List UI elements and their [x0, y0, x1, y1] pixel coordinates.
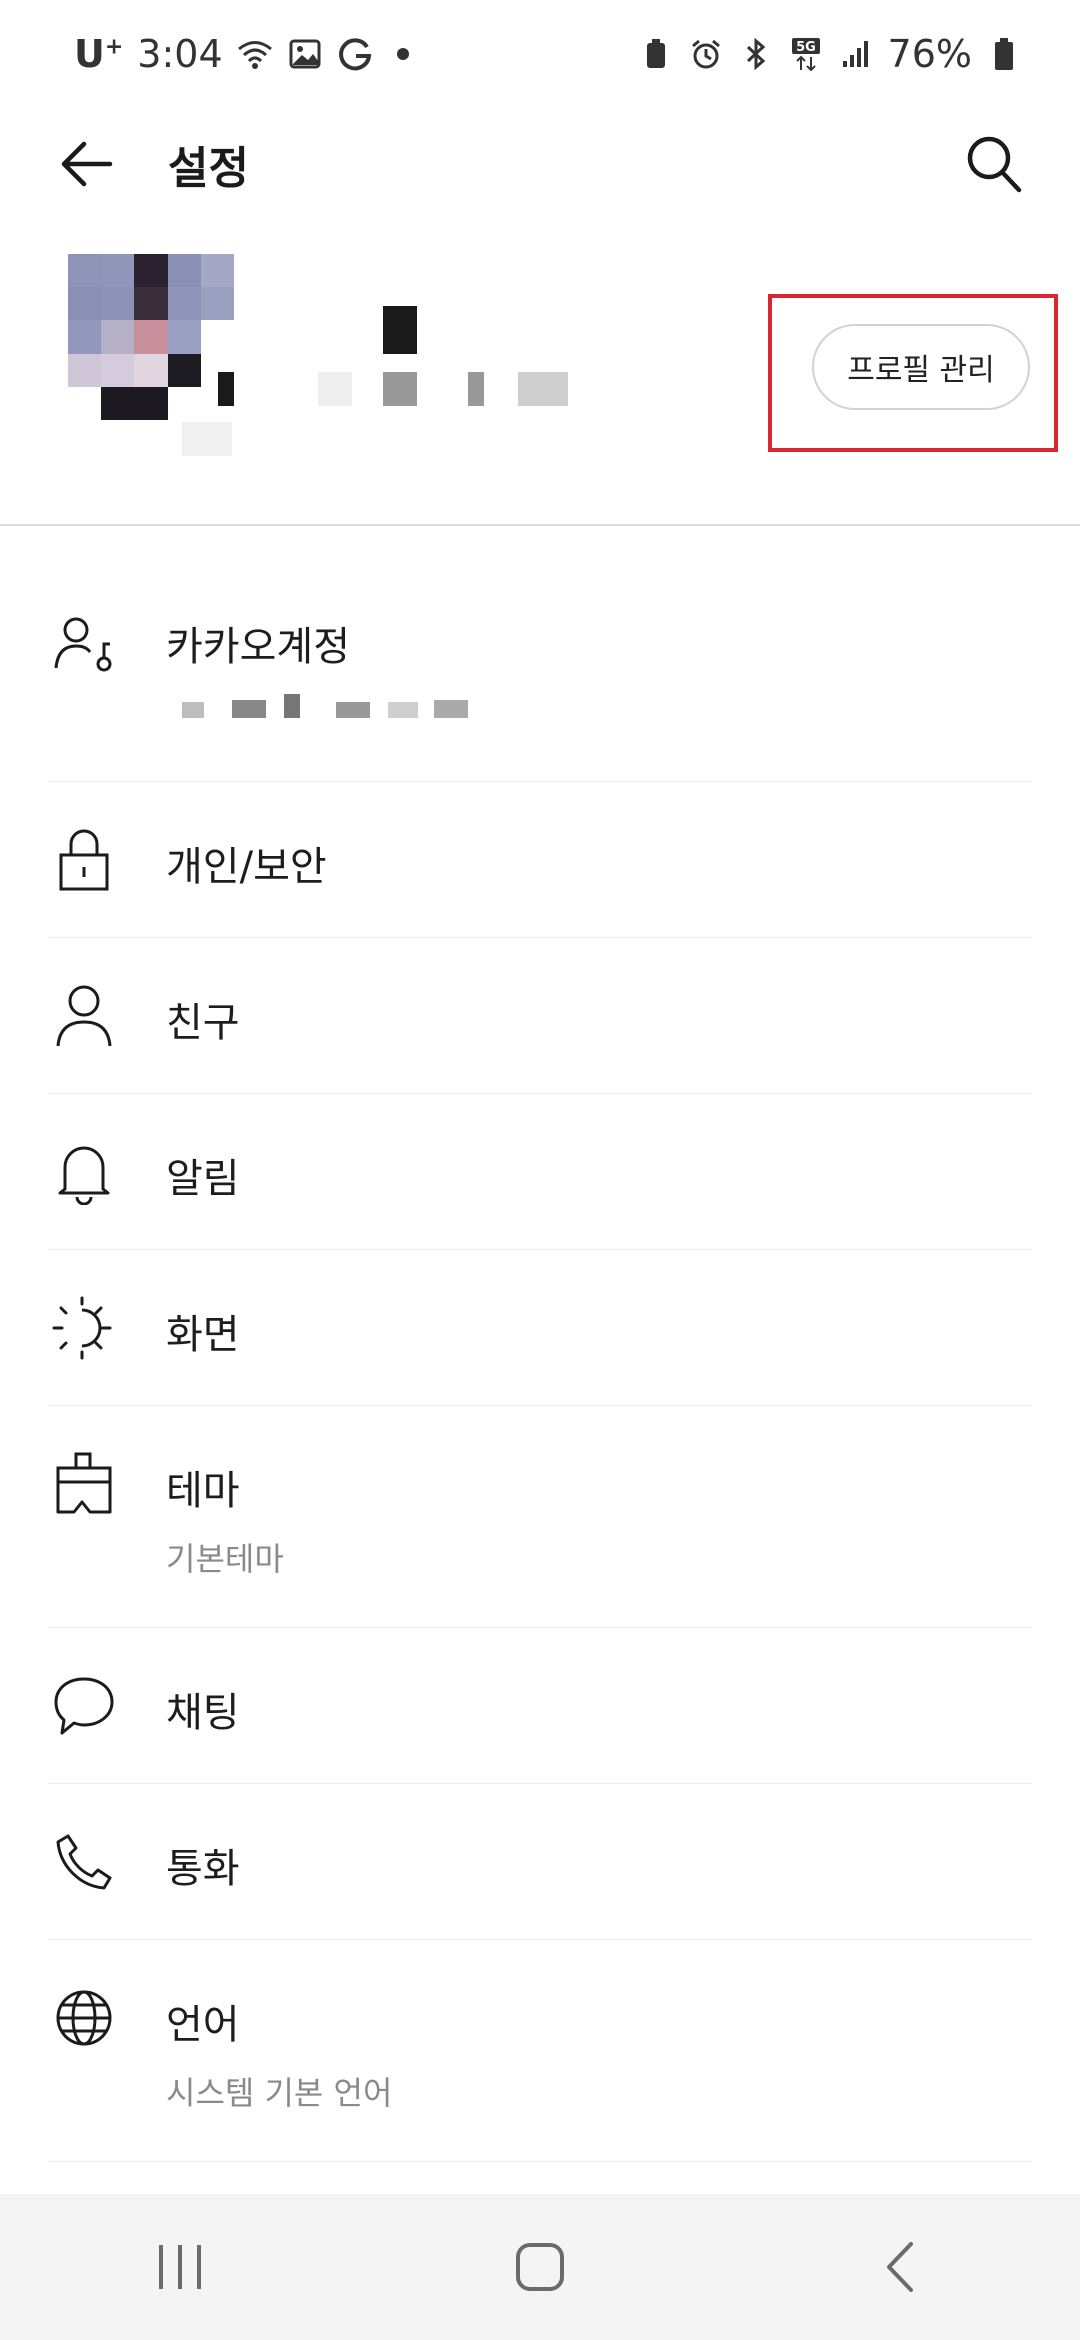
account-key-icon: [48, 608, 120, 680]
battery-saver-icon: [638, 36, 674, 72]
lock-icon: [48, 824, 120, 896]
theme-brush-icon: [48, 1448, 120, 1520]
alarm-icon: [688, 36, 724, 72]
page-title: 설정: [168, 143, 249, 194]
phone-icon: [48, 1826, 120, 1898]
app-header: 설정: [0, 108, 1080, 220]
clock: 3:04: [137, 32, 223, 76]
signal-icon: [838, 36, 874, 72]
system-back-button[interactable]: [840, 2207, 960, 2327]
menu-item-display[interactable]: 화면: [48, 1250, 1032, 1406]
settings-menu: 카카오계정 개인/보안 친구 알림 화면 테마 기본테마 채팅 통화 언어 시스…: [0, 526, 1080, 2162]
menu-item-sublabel: 시스템 기본 언어: [166, 2074, 393, 2112]
menu-item-label: 채팅: [166, 1690, 240, 1736]
menu-item-label: 친구: [166, 1000, 240, 1046]
menu-item-call[interactable]: 통화: [48, 1784, 1032, 1940]
menu-item-theme[interactable]: 테마 기본테마: [48, 1406, 1032, 1628]
person-icon: [48, 980, 120, 1052]
chat-bubble-icon: [48, 1670, 120, 1742]
bell-icon: [48, 1136, 120, 1208]
menu-item-label: 화면: [166, 1312, 240, 1358]
gallery-icon: [287, 36, 323, 72]
status-bar: U+ 3:04 5G 76%: [0, 0, 1080, 108]
profile-status-redacted: [218, 372, 234, 406]
menu-item-label: 언어: [166, 2002, 240, 2048]
menu-item-chat[interactable]: 채팅: [48, 1628, 1032, 1784]
back-button[interactable]: [40, 118, 132, 210]
recent-apps-icon: [159, 2245, 201, 2289]
arrow-left-icon: [61, 141, 113, 187]
bluetooth-icon: [738, 36, 774, 72]
home-button[interactable]: [480, 2207, 600, 2327]
battery-icon: [986, 36, 1022, 72]
profile-name-redacted: [383, 306, 417, 354]
svg-text:5G: 5G: [796, 40, 816, 55]
wifi-icon: [237, 36, 273, 72]
carrier-label: U+: [74, 32, 124, 76]
profile-manage-button[interactable]: 프로필 관리: [812, 324, 1030, 410]
menu-item-label: 통화: [166, 1846, 240, 1892]
menu-item-language[interactable]: 언어 시스템 기본 언어: [48, 1940, 1032, 2162]
menu-item-privacy-security[interactable]: 개인/보안: [48, 782, 1032, 938]
menu-item-label: 알림: [166, 1156, 240, 1202]
menu-item-label: 개인/보안: [166, 844, 327, 890]
menu-item-friends[interactable]: 친구: [48, 938, 1032, 1094]
5g-icon: 5G: [788, 36, 824, 72]
battery-percent: 76%: [887, 32, 972, 76]
recent-apps-button[interactable]: [120, 2207, 240, 2327]
brightness-icon: [48, 1292, 120, 1364]
menu-item-label: 테마: [166, 1468, 240, 1514]
account-email-redacted: [166, 694, 586, 718]
profile-section[interactable]: 프로필 관리: [0, 230, 1080, 526]
home-icon: [516, 2243, 564, 2291]
search-icon: [967, 136, 1022, 193]
avatar[interactable]: [68, 254, 234, 420]
notification-dot-icon: [396, 48, 409, 60]
menu-item-sublabel: 기본테마: [166, 1540, 284, 1578]
status-bar-right: 5G 76%: [638, 32, 1022, 76]
system-nav-bar: [0, 2194, 1080, 2340]
menu-item-label: 카카오계정: [166, 624, 350, 670]
globe-icon: [48, 1982, 120, 2054]
menu-item-kakao-account[interactable]: 카카오계정: [48, 526, 1032, 782]
menu-item-notifications[interactable]: 알림: [48, 1094, 1032, 1250]
status-bar-left: U+ 3:04: [74, 32, 409, 76]
google-icon: [337, 36, 373, 72]
chevron-left-icon: [887, 2242, 913, 2292]
search-button[interactable]: [948, 118, 1040, 210]
